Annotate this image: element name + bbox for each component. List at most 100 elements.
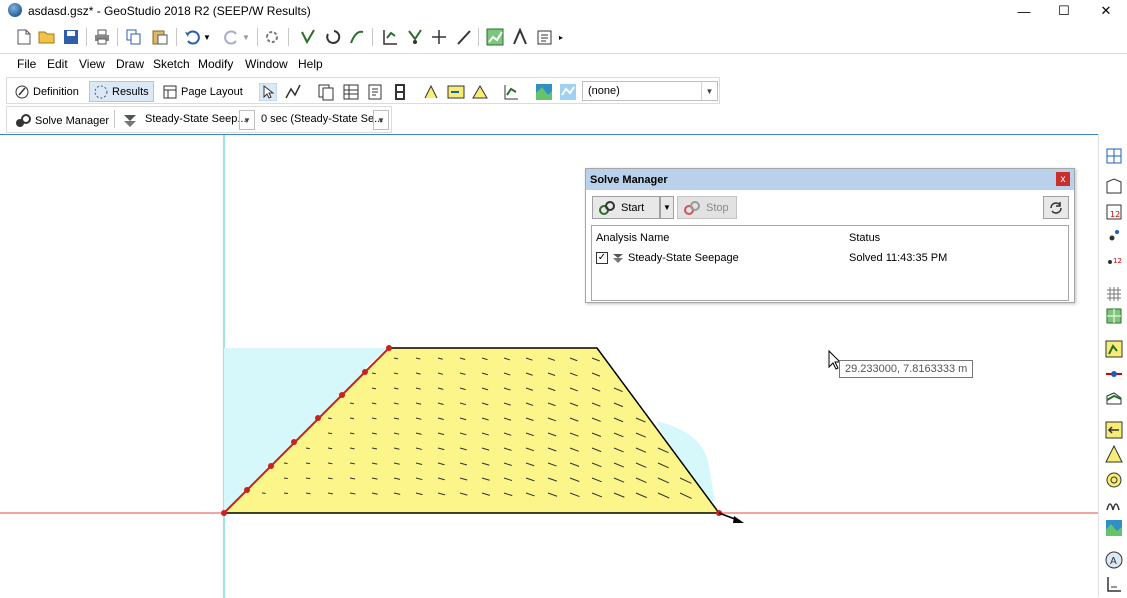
boundary-12-icon[interactable]: 12 (1104, 202, 1124, 222)
grid-icon[interactable] (1104, 284, 1124, 304)
time-dropdown-value: 0 sec (Steady-State Se... (261, 113, 383, 125)
maximize-button[interactable]: ☐ (1042, 0, 1086, 22)
start-button[interactable]: Start (592, 196, 660, 219)
undo-dropdown[interactable]: ▼ (201, 27, 213, 47)
copy-button[interactable] (124, 27, 144, 47)
right-tool-rail: 12 12 A (1098, 134, 1127, 597)
flow-vector (328, 448, 332, 449)
svg-text:12: 12 (1110, 210, 1120, 219)
paste-button[interactable] (150, 27, 170, 47)
save-button[interactable] (61, 27, 81, 47)
contour-lines-icon[interactable] (1104, 470, 1124, 490)
graph-tool[interactable] (485, 27, 505, 47)
menu-sketch[interactable]: Sketch (153, 57, 190, 71)
results-button[interactable]: Results (89, 81, 154, 102)
analysis-toolbar: Solve Manager Steady-State Seep... ▼ 0 s… (6, 106, 392, 133)
report-tool[interactable] (535, 27, 555, 47)
page-layout-button[interactable]: Page Layout (159, 81, 247, 102)
solve-manager-label: Solve Manager (35, 115, 109, 127)
table-view-icon[interactable] (342, 83, 360, 101)
close-button[interactable]: ✕ (1084, 0, 1127, 22)
point-12-icon[interactable]: 12 (1104, 250, 1124, 270)
isolines-icon[interactable] (559, 83, 577, 101)
undo-button[interactable] (182, 27, 202, 47)
seepage-zone-left (224, 348, 388, 368)
solve-manager-button[interactable]: Solve Manager (11, 110, 113, 131)
draw-points-tool[interactable] (298, 27, 318, 47)
flow-vector (284, 493, 288, 494)
menu-help[interactable]: Help (298, 57, 323, 71)
label-tool-icon[interactable]: A (1104, 550, 1124, 570)
graph-results-icon[interactable] (502, 83, 520, 101)
mesh-properties-icon[interactable] (1104, 146, 1124, 166)
select-arrow-icon[interactable] (259, 83, 277, 101)
define-regions-icon[interactable] (1104, 176, 1124, 196)
flow-path-icon[interactable] (1104, 444, 1124, 464)
flow-vectors-icon[interactable] (422, 83, 440, 101)
new-file-icon (17, 29, 31, 45)
standard-toolbar: ▼ ▼ ▸ (0, 24, 1127, 52)
minimize-icon: — (1018, 4, 1031, 19)
contours-icon[interactable] (535, 83, 553, 101)
page-layout-label: Page Layout (181, 86, 243, 98)
panel-close-button[interactable]: x (1056, 172, 1070, 186)
menu-bar: File Edit View Draw Sketch Modify Window… (0, 54, 1127, 74)
film-icon[interactable] (391, 83, 409, 101)
axis-tool-icon[interactable] (1104, 574, 1124, 594)
line-points-icon[interactable] (1104, 364, 1124, 384)
menu-edit[interactable]: Edit (47, 57, 68, 71)
menu-modify[interactable]: Modify (198, 57, 233, 71)
measure-tool[interactable] (454, 27, 474, 47)
panel-title: Solve Manager (590, 174, 668, 186)
analysis-dropdown[interactable]: Steady-State Seep... ▼ (140, 110, 255, 130)
analysis-row[interactable]: ✓ Steady-State Seepage (596, 252, 739, 264)
open-button[interactable] (37, 27, 57, 47)
analysis-status: Solved 11:43:35 PM (849, 252, 947, 264)
report-icon (536, 28, 554, 46)
sketch-tool[interactable] (405, 27, 425, 47)
start-options-dropdown[interactable]: ▼ (660, 196, 674, 219)
slope-line-icon[interactable] (1104, 388, 1124, 408)
view-dropdown[interactable]: (none) ▼ (582, 81, 718, 101)
refresh-solve-button[interactable] (1043, 196, 1069, 219)
rotate-tool[interactable] (323, 27, 343, 47)
coordinate-tooltip: 29.233000, 7.8163333 m (839, 360, 973, 378)
menu-window[interactable]: Window (245, 57, 288, 71)
lines-tool[interactable] (347, 27, 367, 47)
menu-draw[interactable]: Draw (116, 57, 144, 71)
stop-button[interactable]: Stop (677, 196, 737, 219)
zoom-region-icon[interactable] (284, 83, 302, 101)
region-yellow-icon[interactable] (1104, 339, 1124, 359)
waves-icon[interactable] (1104, 494, 1124, 514)
mode-toolbar: Definition Results Page Layout (none) ▼ (6, 77, 720, 104)
minimize-button[interactable]: — (1002, 0, 1046, 22)
start-label: Start (621, 202, 644, 214)
mesh-icon[interactable] (1104, 306, 1124, 326)
move-tool[interactable] (429, 27, 449, 47)
print-button[interactable] (92, 27, 112, 47)
flow-vector (306, 448, 310, 449)
steady-state-icon (121, 111, 139, 129)
axes-tool[interactable] (380, 27, 400, 47)
flux-section-icon[interactable] (447, 83, 465, 101)
flux-arrow-icon[interactable] (1104, 420, 1124, 440)
document-icon[interactable] (366, 83, 384, 101)
analysis-checkbox[interactable]: ✓ (596, 252, 608, 264)
menu-file[interactable]: File (17, 57, 36, 71)
definition-label: Definition (33, 86, 79, 98)
new-file-button[interactable] (14, 27, 34, 47)
refresh-button[interactable] (262, 27, 282, 47)
copy-view-icon[interactable] (317, 83, 335, 101)
color-contour-icon[interactable] (1104, 518, 1124, 538)
redo-dropdown[interactable]: ▼ (240, 27, 252, 47)
flow-paths-icon[interactable] (471, 83, 489, 101)
refresh-icon (1049, 201, 1063, 215)
redo-button[interactable] (222, 27, 242, 47)
contour-tool[interactable] (510, 27, 530, 47)
redo-icon (224, 29, 240, 45)
definition-button[interactable]: Definition (11, 81, 83, 102)
points-icon[interactable] (1104, 226, 1124, 246)
menu-view[interactable]: View (79, 57, 105, 71)
toolbar-overflow[interactable]: ▸ (556, 27, 566, 47)
time-dropdown[interactable]: 0 sec (Steady-State Se... ▼ (256, 110, 389, 130)
